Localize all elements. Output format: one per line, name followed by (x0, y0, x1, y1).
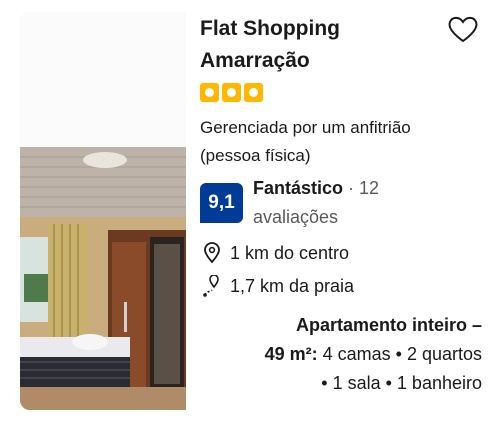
property-title[interactable]: Flat Shopping Amarração (200, 13, 450, 77)
unit-details-2: • 1 sala • 1 banheiro (321, 373, 482, 393)
square-star-icon (244, 83, 263, 102)
property-title-line-2[interactable]: Amarração (200, 45, 450, 77)
distance-center-text: 1 km do centro (230, 243, 350, 263)
unit-details-1: 4 camas • 2 quartos (317, 344, 482, 364)
beach-route-icon (203, 275, 219, 297)
review-word: Fantástico (253, 178, 344, 198)
review-separator: · (343, 178, 360, 198)
distance-beach: 1,7 km da praia (202, 274, 354, 298)
map-pin-icon (204, 242, 220, 264)
property-title-line-1[interactable]: Flat Shopping (200, 13, 450, 45)
distance-center: 1 km do centro (202, 241, 349, 265)
review-count-label: avaliações (253, 207, 339, 227)
unit-description: Apartamento inteiro – 49 m²: 4 camas • 2… (182, 311, 482, 398)
property-card[interactable]: Flat Shopping Amarração Gerenciada por u… (0, 0, 500, 432)
square-star-icon (200, 83, 219, 102)
unit-size: 49 m²: (264, 344, 318, 364)
review-count: 12 (359, 178, 380, 198)
star-rating (200, 83, 263, 102)
host-type-line-2: (pessoa física) (200, 146, 311, 165)
property-photo[interactable] (20, 12, 186, 410)
review-summary: Fantástico · 12 avaliações (253, 174, 453, 232)
host-type: Gerenciada por um anfitrião (pessoa físi… (200, 114, 490, 170)
unit-type: Apartamento inteiro – (295, 315, 482, 335)
favorite-button[interactable] (446, 12, 480, 46)
host-type-line-1: Gerenciada por um anfitrião (200, 118, 411, 137)
square-star-icon (222, 83, 241, 102)
review-score-badge: 9,1 (200, 183, 243, 223)
heart-outline-icon[interactable] (446, 12, 480, 46)
distance-beach-text: 1,7 km da praia (230, 276, 355, 296)
